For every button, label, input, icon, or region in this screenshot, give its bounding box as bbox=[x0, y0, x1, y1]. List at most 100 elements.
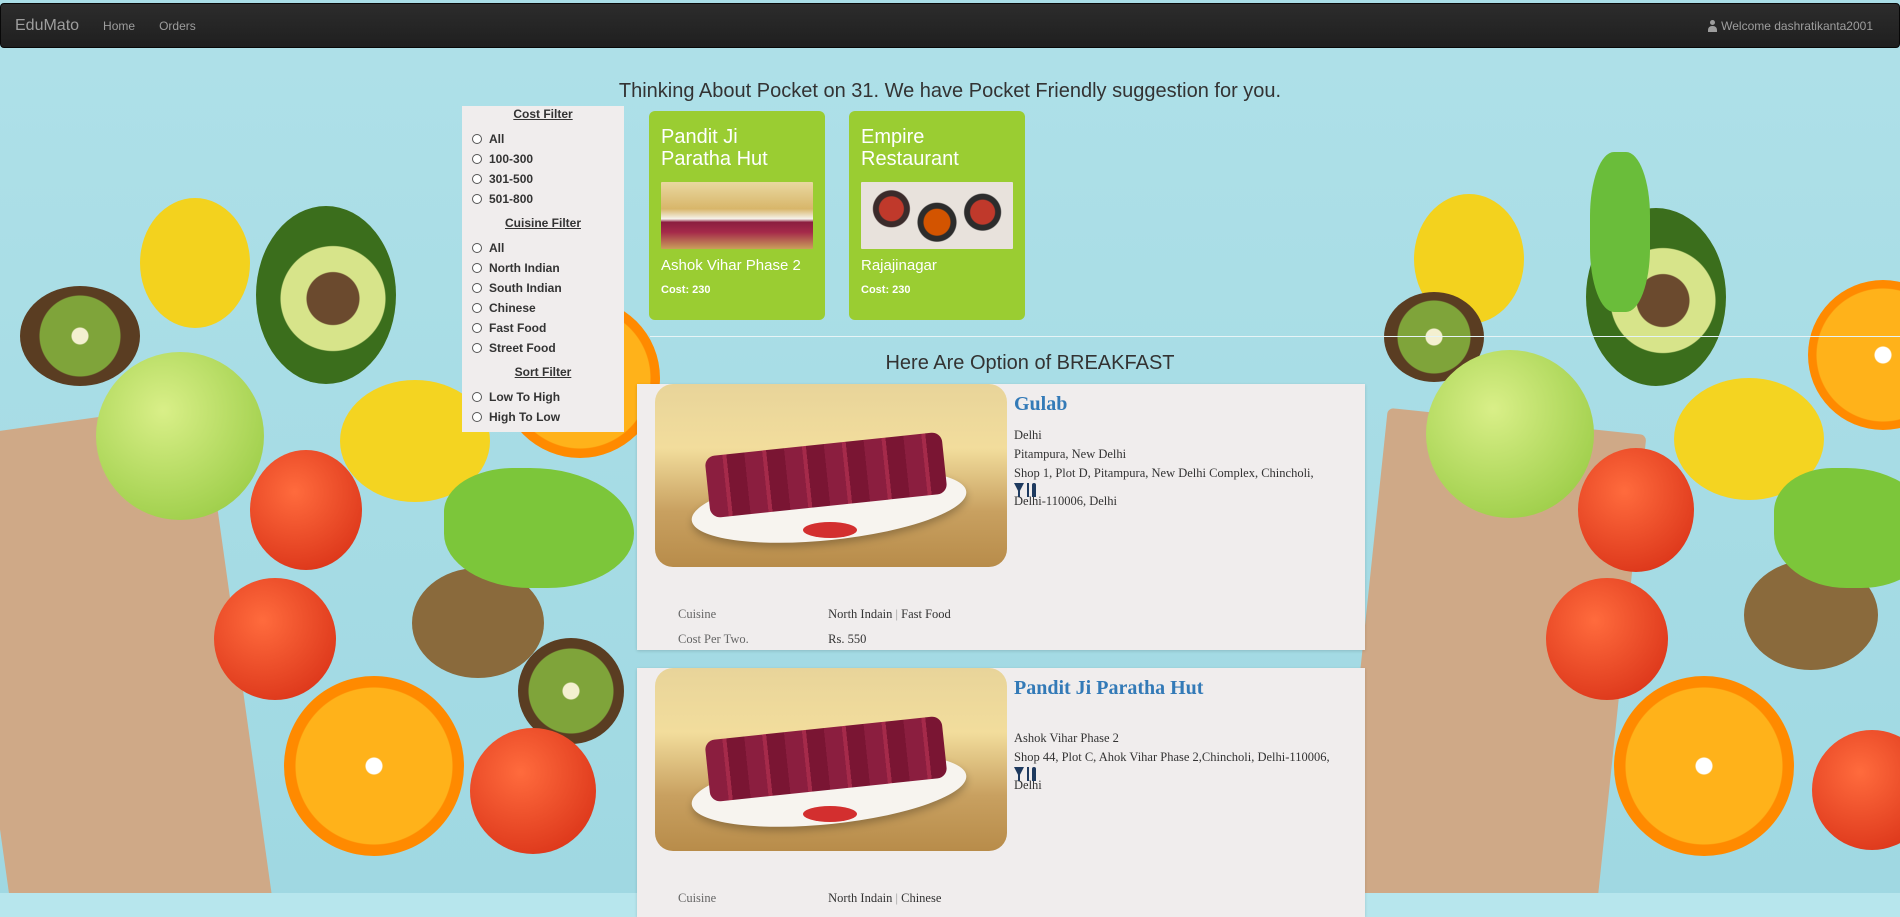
option-label: Fast Food bbox=[489, 321, 547, 335]
cuisine-option-chinese[interactable]: Chinese bbox=[470, 298, 616, 318]
lettuce bbox=[444, 468, 634, 588]
option-label: High To Low bbox=[489, 410, 561, 424]
cost-option-100-300[interactable]: 100-300 bbox=[470, 149, 616, 169]
section-title: Here Are Option of BREAKFAST bbox=[885, 352, 1175, 374]
cuisine-option-north-indian[interactable]: North Indian bbox=[470, 258, 616, 278]
radio-button[interactable] bbox=[472, 303, 482, 313]
radio-button[interactable] bbox=[472, 412, 482, 422]
tomato bbox=[214, 578, 336, 700]
cuisine-option-south-indian[interactable]: South Indian bbox=[470, 278, 616, 298]
address-line-2: Delhi bbox=[1014, 778, 1042, 792]
cutlery-icon bbox=[1014, 767, 1038, 781]
nav-home[interactable]: Home bbox=[103, 19, 135, 33]
restaurant-city: Delhi bbox=[1014, 428, 1042, 442]
radio-button[interactable] bbox=[472, 243, 482, 253]
radio-button[interactable] bbox=[472, 392, 482, 402]
radio-button[interactable] bbox=[472, 194, 482, 204]
suggestion-image[interactable] bbox=[661, 182, 813, 249]
restaurant-address: Ashok Vihar Phase 2 Shop 44, Plot C, Aho… bbox=[1014, 710, 1330, 795]
suggestion-name[interactable]: Pandit Ji Paratha Hut bbox=[661, 126, 813, 174]
suggestion-cost: Cost: 230 bbox=[661, 284, 711, 296]
page-headline: Thinking About Pocket on 31. We have Poc… bbox=[618, 80, 1282, 102]
tomato bbox=[1812, 730, 1900, 850]
restaurant-locality: Pitampura, New Delhi bbox=[1014, 447, 1127, 461]
address-line-2: Delhi-110006, Delhi bbox=[1014, 494, 1117, 508]
filter-panel: Cost Filter All 100-300 301-500 501-800 … bbox=[462, 106, 624, 432]
tomato bbox=[1546, 578, 1668, 700]
sort-filter-title: Sort Filter bbox=[514, 365, 572, 379]
cost-filter-title: Cost Filter bbox=[513, 107, 573, 121]
restaurant-address: Delhi Pitampura, New Delhi Shop 1, Plot … bbox=[1014, 426, 1314, 511]
option-label: 100-300 bbox=[489, 152, 534, 166]
suggestion-card[interactable]: Pandit Ji Paratha Hut Ashok Vihar Phase … bbox=[649, 111, 825, 320]
suggestion-name[interactable]: Empire Restaurant bbox=[861, 126, 1013, 174]
option-label: Chinese bbox=[489, 301, 536, 315]
restaurant-name[interactable]: Pandit Ji Paratha Hut bbox=[1014, 677, 1203, 700]
cuisine-option-all[interactable]: All bbox=[470, 238, 616, 258]
radio-button[interactable] bbox=[472, 283, 482, 293]
cuisine-filter-title: Cuisine Filter bbox=[504, 216, 581, 230]
restaurant-name[interactable]: Gulab bbox=[1014, 393, 1067, 416]
tomato bbox=[250, 450, 362, 570]
avocado bbox=[256, 206, 396, 384]
radio-button[interactable] bbox=[472, 174, 482, 184]
cost-row: Cost Per Two. Rs. 550 bbox=[678, 632, 866, 647]
nav-orders[interactable]: Orders bbox=[159, 19, 196, 33]
suggestion-location: Rajajinagar bbox=[861, 257, 937, 274]
cuisine-option-street-food[interactable]: Street Food bbox=[470, 338, 616, 358]
welcome-text: Welcome dashratikanta2001 bbox=[1721, 19, 1873, 33]
restaurant-image[interactable] bbox=[655, 384, 1007, 567]
radio-button[interactable] bbox=[472, 263, 482, 273]
separator: | bbox=[895, 891, 898, 905]
cuisine-value-2: Fast Food bbox=[901, 607, 951, 621]
cost-option-all[interactable]: All bbox=[470, 129, 616, 149]
cost-label: Cost Per Two. bbox=[678, 632, 749, 646]
lettuce bbox=[1774, 468, 1900, 588]
tomato bbox=[1578, 448, 1694, 572]
suggestion-card[interactable]: Empire Restaurant Rajajinagar Cost: 230 bbox=[849, 111, 1025, 320]
cuisine-row: Cuisine North Indain | Chinese bbox=[678, 891, 941, 906]
cuisine-value-2: Chinese bbox=[901, 891, 942, 905]
radio-button[interactable] bbox=[472, 154, 482, 164]
cuisine-option-fast-food[interactable]: Fast Food bbox=[470, 318, 616, 338]
cuisine-value-1: North Indain bbox=[828, 607, 893, 621]
user-icon bbox=[1707, 20, 1718, 32]
separator: | bbox=[895, 607, 898, 621]
suggestion-image[interactable] bbox=[861, 182, 1013, 249]
welcome-user[interactable]: Welcome dashratikanta2001 bbox=[1707, 19, 1873, 33]
option-label: Street Food bbox=[489, 341, 556, 355]
apple bbox=[1426, 350, 1594, 518]
restaurant-locality: Ashok Vihar Phase 2 bbox=[1014, 731, 1119, 745]
cost-option-501-800[interactable]: 501-800 bbox=[470, 189, 616, 209]
cuisine-label: Cuisine bbox=[678, 607, 717, 621]
cost-option-301-500[interactable]: 301-500 bbox=[470, 169, 616, 189]
cost-value: Rs. 550 bbox=[828, 632, 867, 646]
sort-option-high-to-low[interactable]: High To Low bbox=[470, 407, 616, 427]
option-label: South Indian bbox=[489, 281, 562, 295]
lettuce bbox=[1590, 152, 1650, 312]
cuisine-label: Cuisine bbox=[678, 891, 717, 905]
option-label: 501-800 bbox=[489, 192, 534, 206]
radio-button[interactable] bbox=[472, 134, 482, 144]
option-label: All bbox=[489, 132, 505, 146]
restaurant-city bbox=[1014, 710, 1330, 729]
orange bbox=[1808, 280, 1900, 430]
sort-option-low-to-high[interactable]: Low To High bbox=[470, 387, 616, 407]
restaurant-image[interactable] bbox=[655, 668, 1007, 851]
radio-button[interactable] bbox=[472, 343, 482, 353]
restaurant-card[interactable]: Pandit Ji Paratha Hut Ashok Vihar Phase … bbox=[637, 668, 1365, 917]
radio-button[interactable] bbox=[472, 323, 482, 333]
option-label: 301-500 bbox=[489, 172, 534, 186]
tomato bbox=[470, 728, 596, 854]
orange bbox=[284, 676, 464, 856]
kiwi bbox=[20, 286, 140, 386]
address-line-1: Shop 44, Plot C, Ahok Vihar Phase 2,Chin… bbox=[1014, 750, 1330, 764]
plate-logo bbox=[803, 522, 857, 538]
brand-link[interactable]: EduMato bbox=[15, 17, 79, 35]
restaurant-card[interactable]: Gulab Delhi Pitampura, New Delhi Shop 1,… bbox=[637, 384, 1365, 650]
option-label: Low To High bbox=[489, 390, 561, 404]
cutlery-icon bbox=[1014, 483, 1038, 497]
cuisine-row: Cuisine North Indain | Fast Food bbox=[678, 607, 951, 622]
cuisine-value-1: North Indain bbox=[828, 891, 893, 905]
plate-logo bbox=[803, 806, 857, 822]
